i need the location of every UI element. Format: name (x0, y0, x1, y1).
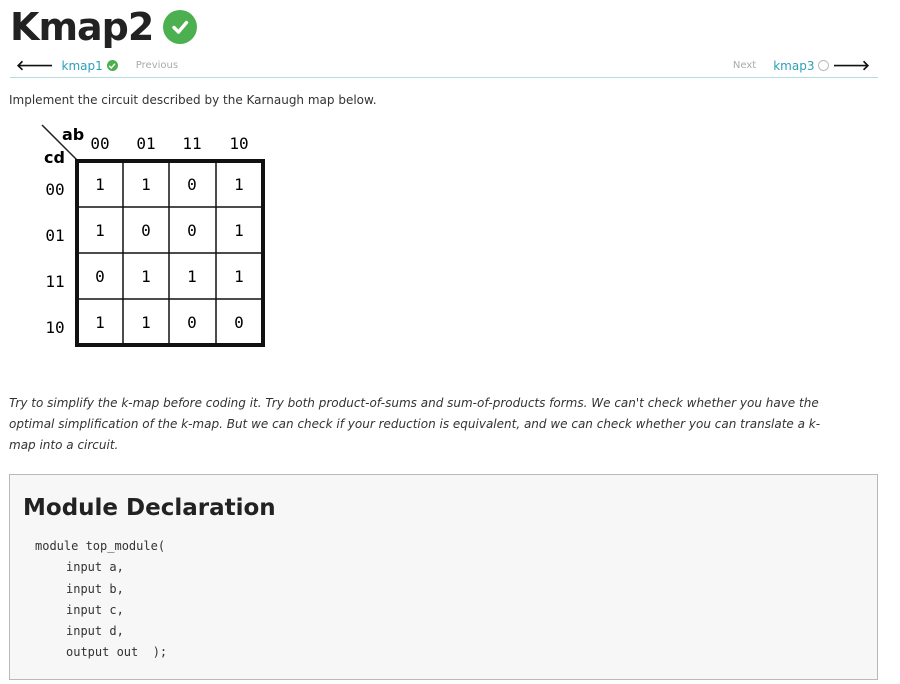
unsolved-circle-icon (818, 60, 830, 71)
arrow-left-icon[interactable]: 🡐 (16, 57, 54, 74)
kmap-cell: 1 (141, 313, 151, 332)
code-line: module top_module( (35, 539, 166, 553)
code-line: input b, (66, 581, 124, 596)
kmap-cell: 1 (141, 267, 151, 286)
code-line: input a, (66, 560, 124, 575)
code-line: output out ); (66, 645, 168, 660)
kmap-row-header: 10 (45, 318, 64, 337)
prev-label: Previous (135, 60, 179, 71)
kmap-cell: 1 (187, 267, 197, 286)
kmap-cell: 0 (95, 267, 105, 286)
kmap-col-header: 01 (136, 134, 155, 153)
intro-text: Implement the circuit described by the K… (9, 93, 377, 107)
karnaugh-map: ab cd 00 01 11 10 00 01 11 10 1 1 0 1 1 … (41, 124, 265, 347)
next-label: Next (732, 60, 757, 71)
kmap-row-header: 11 (45, 272, 64, 291)
kmap-border (75, 159, 265, 347)
kmap-cell: 1 (234, 175, 244, 194)
kmap-col-header: 00 (90, 134, 109, 153)
kmap-row-header: 00 (45, 180, 64, 199)
kmap-cell: 1 (95, 313, 105, 332)
prev-problem-link[interactable]: kmap1 (62, 59, 103, 73)
kmap-grid-lines (77, 161, 263, 345)
kmap-corner-diagonal (41, 124, 79, 162)
module-code: module top_module( input a, input b, inp… (35, 536, 167, 664)
kmap-col-var: ab (62, 125, 84, 144)
kmap-col-header: 11 (182, 134, 201, 153)
kmap-cell: 1 (141, 175, 151, 194)
nav-previous: 🡐 kmap1 Previous (16, 57, 178, 74)
arrow-right-icon[interactable]: 🡒 (832, 57, 870, 74)
solved-check-icon (163, 10, 198, 44)
hint-text: Try to simplify the k-map before coding … (9, 396, 821, 452)
page-title-text: Kmap2 (10, 5, 154, 49)
kmap-cell: 1 (95, 221, 105, 240)
next-problem-link[interactable]: kmap3 (773, 59, 814, 73)
nav-next: Next kmap3 🡒 (733, 57, 870, 74)
kmap-cell: 0 (187, 313, 197, 332)
code-line: input d, (66, 624, 124, 639)
problem-nav: 🡐 kmap1 Previous Next kmap3 🡒 (10, 55, 878, 78)
module-declaration-box: Module Declaration module top_module( in… (9, 474, 878, 680)
page-title: Kmap2 (10, 2, 198, 52)
kmap-cell: 0 (187, 175, 197, 194)
kmap-cell: 0 (234, 313, 244, 332)
kmap-cell: 0 (187, 221, 197, 240)
kmap-cell: 1 (234, 221, 244, 240)
kmap-cell: 1 (95, 175, 105, 194)
kmap-row-header: 01 (45, 226, 64, 245)
kmap-row-var: cd (44, 148, 65, 167)
kmap-col-header: 10 (229, 134, 248, 153)
kmap-cell: 0 (141, 221, 151, 240)
kmap-cell: 1 (234, 267, 244, 286)
code-line: input c, (66, 602, 124, 617)
module-declaration-heading: Module Declaration (23, 495, 276, 521)
solved-check-icon-small (106, 60, 118, 71)
